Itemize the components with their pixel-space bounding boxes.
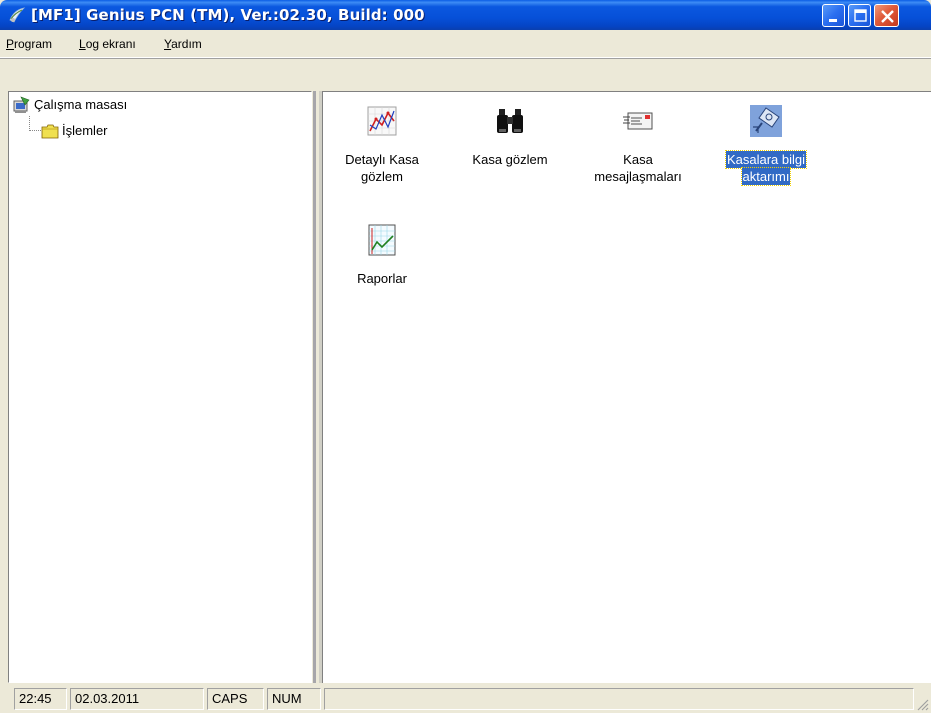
menu-log-ekrani[interactable]: Log ekranı bbox=[79, 37, 136, 51]
icon-label-line1: Kasa bbox=[623, 152, 653, 167]
icon-list-view[interactable]: Detaylı Kasa gözlem Kasa gözlem Kasa mesaj… bbox=[322, 91, 931, 683]
menu-yardim[interactable]: Yardım bbox=[164, 37, 202, 51]
maximize-icon bbox=[854, 9, 867, 22]
icon-label-line1: Raporlar bbox=[357, 271, 407, 286]
status-date: 02.03.2011 bbox=[70, 688, 204, 710]
window-title: [MF1] Genius PCN (TM), Ver.:02.30, Build… bbox=[31, 6, 425, 24]
maximize-button[interactable] bbox=[848, 4, 871, 27]
menu-bar: Program Log ekranı Yardım bbox=[0, 30, 931, 58]
resize-grip-icon[interactable] bbox=[915, 697, 929, 711]
status-num: NUM bbox=[267, 688, 321, 710]
transfer-icon bbox=[750, 105, 782, 137]
icon-label-line1: Kasalara bilgi bbox=[724, 150, 808, 169]
tree-connector bbox=[29, 130, 41, 131]
icon-label-line2: aktarımı bbox=[740, 167, 792, 186]
title-bar[interactable]: [MF1] Genius PCN (TM), Ver.:02.30, Build… bbox=[0, 0, 931, 30]
pane-splitter[interactable] bbox=[313, 91, 322, 683]
app-icon bbox=[9, 7, 26, 23]
report-icon bbox=[368, 224, 396, 256]
desktop-icon bbox=[13, 96, 30, 113]
icon-label-line2: mesajlaşmaları bbox=[594, 169, 682, 184]
folder-icon bbox=[41, 124, 59, 139]
tree-connector bbox=[29, 116, 30, 131]
icon-label-line1: Detaylı Kasa bbox=[345, 152, 419, 167]
tree-view[interactable]: Çalışma masası İşlemler bbox=[8, 91, 312, 683]
status-panel bbox=[324, 688, 914, 710]
close-button[interactable] bbox=[874, 4, 899, 27]
status-bar: 22:45 02.03.2011 CAPS NUM bbox=[0, 686, 931, 713]
status-time: 22:45 bbox=[14, 688, 67, 710]
binoculars-icon bbox=[497, 109, 523, 133]
message-icon bbox=[623, 112, 653, 130]
chart-icon bbox=[367, 106, 397, 136]
minimize-icon bbox=[829, 19, 837, 22]
icon-label-line1: Kasa gözlem bbox=[472, 152, 548, 167]
icon-label-line2: gözlem bbox=[361, 169, 403, 184]
minimize-button[interactable] bbox=[822, 4, 845, 27]
close-icon bbox=[881, 10, 894, 23]
menu-program[interactable]: Program bbox=[6, 37, 52, 51]
status-caps: CAPS bbox=[207, 688, 264, 710]
